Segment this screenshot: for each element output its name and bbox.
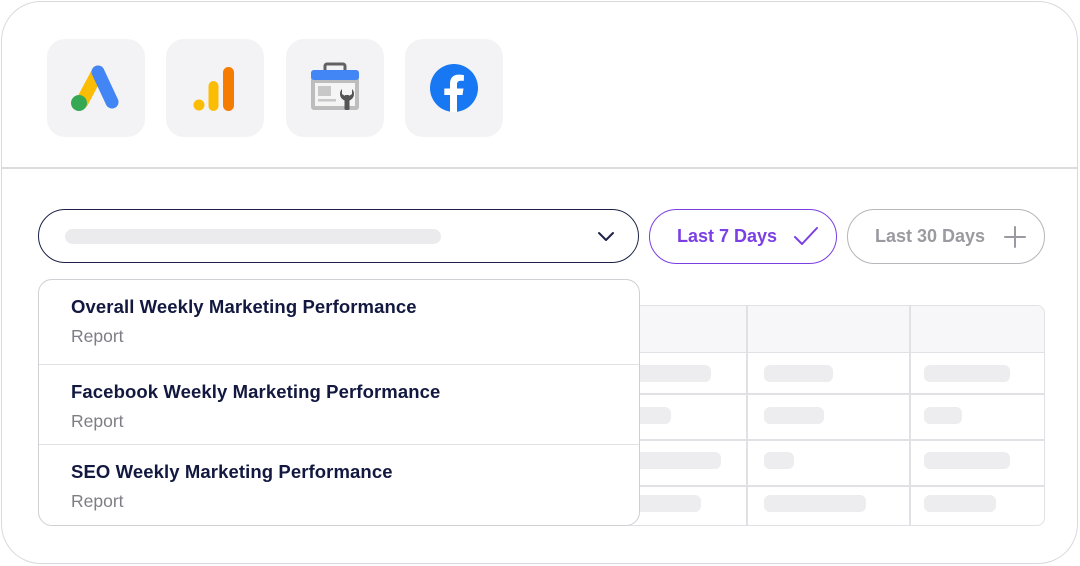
table-cell-placeholder [924,495,996,512]
table-cell-placeholder [924,365,1010,382]
google-ads-icon [71,65,119,111]
filter-last-30-days[interactable]: Last 30 Days [847,209,1045,264]
table-cell-placeholder [764,452,794,469]
google-analytics-tile[interactable] [166,39,264,137]
table-cell-placeholder [633,495,701,512]
row-divider [593,439,1044,441]
integration-card: Last 7 Days Last 30 Days Overall Weekly … [1,1,1078,564]
facebook-tile[interactable] [405,39,503,137]
option-subtitle: Report [71,326,124,346]
dropdown-option[interactable]: SEO Weekly Marketing Performance Report [39,444,639,525]
filter-last-7-days[interactable]: Last 7 Days [649,209,837,264]
table-cell-placeholder [764,365,833,382]
option-subtitle: Report [71,411,124,431]
chevron-down-icon [598,232,614,241]
section-divider [2,167,1077,169]
plus-icon [1004,226,1026,248]
row-divider [593,393,1044,395]
option-title: SEO Weekly Marketing Performance [71,461,393,482]
column-divider [746,306,748,525]
option-title: Facebook Weekly Marketing Performance [71,381,441,402]
report-dropdown-menu: Overall Weekly Marketing Performance Rep… [38,279,640,526]
select-value-placeholder [65,229,441,244]
column-divider [909,306,911,525]
report-table [592,305,1045,526]
option-subtitle: Report [71,491,124,511]
option-title: Overall Weekly Marketing Performance [71,296,417,317]
dropdown-option[interactable]: Facebook Weekly Marketing Performance Re… [39,364,639,445]
google-search-console-icon [311,62,359,110]
table-cell-placeholder [924,407,962,424]
table-cell-placeholder [764,407,824,424]
google-ads-tile[interactable] [47,39,145,137]
row-divider [593,485,1044,487]
filter-last-30-days-label: Last 30 Days [875,226,986,246]
dropdown-option[interactable]: Overall Weekly Marketing Performance Rep… [39,280,639,361]
table-cell-placeholder [924,452,1010,469]
check-icon [794,227,818,245]
table-cell-placeholder [764,495,866,512]
google-search-console-tile[interactable] [286,39,384,137]
table-cell-placeholder [633,365,711,382]
google-analytics-icon [193,67,234,111]
table-cell-placeholder [633,452,721,469]
table-header-row [593,306,1044,353]
facebook-icon [430,64,478,112]
report-select[interactable] [38,209,639,263]
filter-last-7-days-label: Last 7 Days [677,226,778,246]
